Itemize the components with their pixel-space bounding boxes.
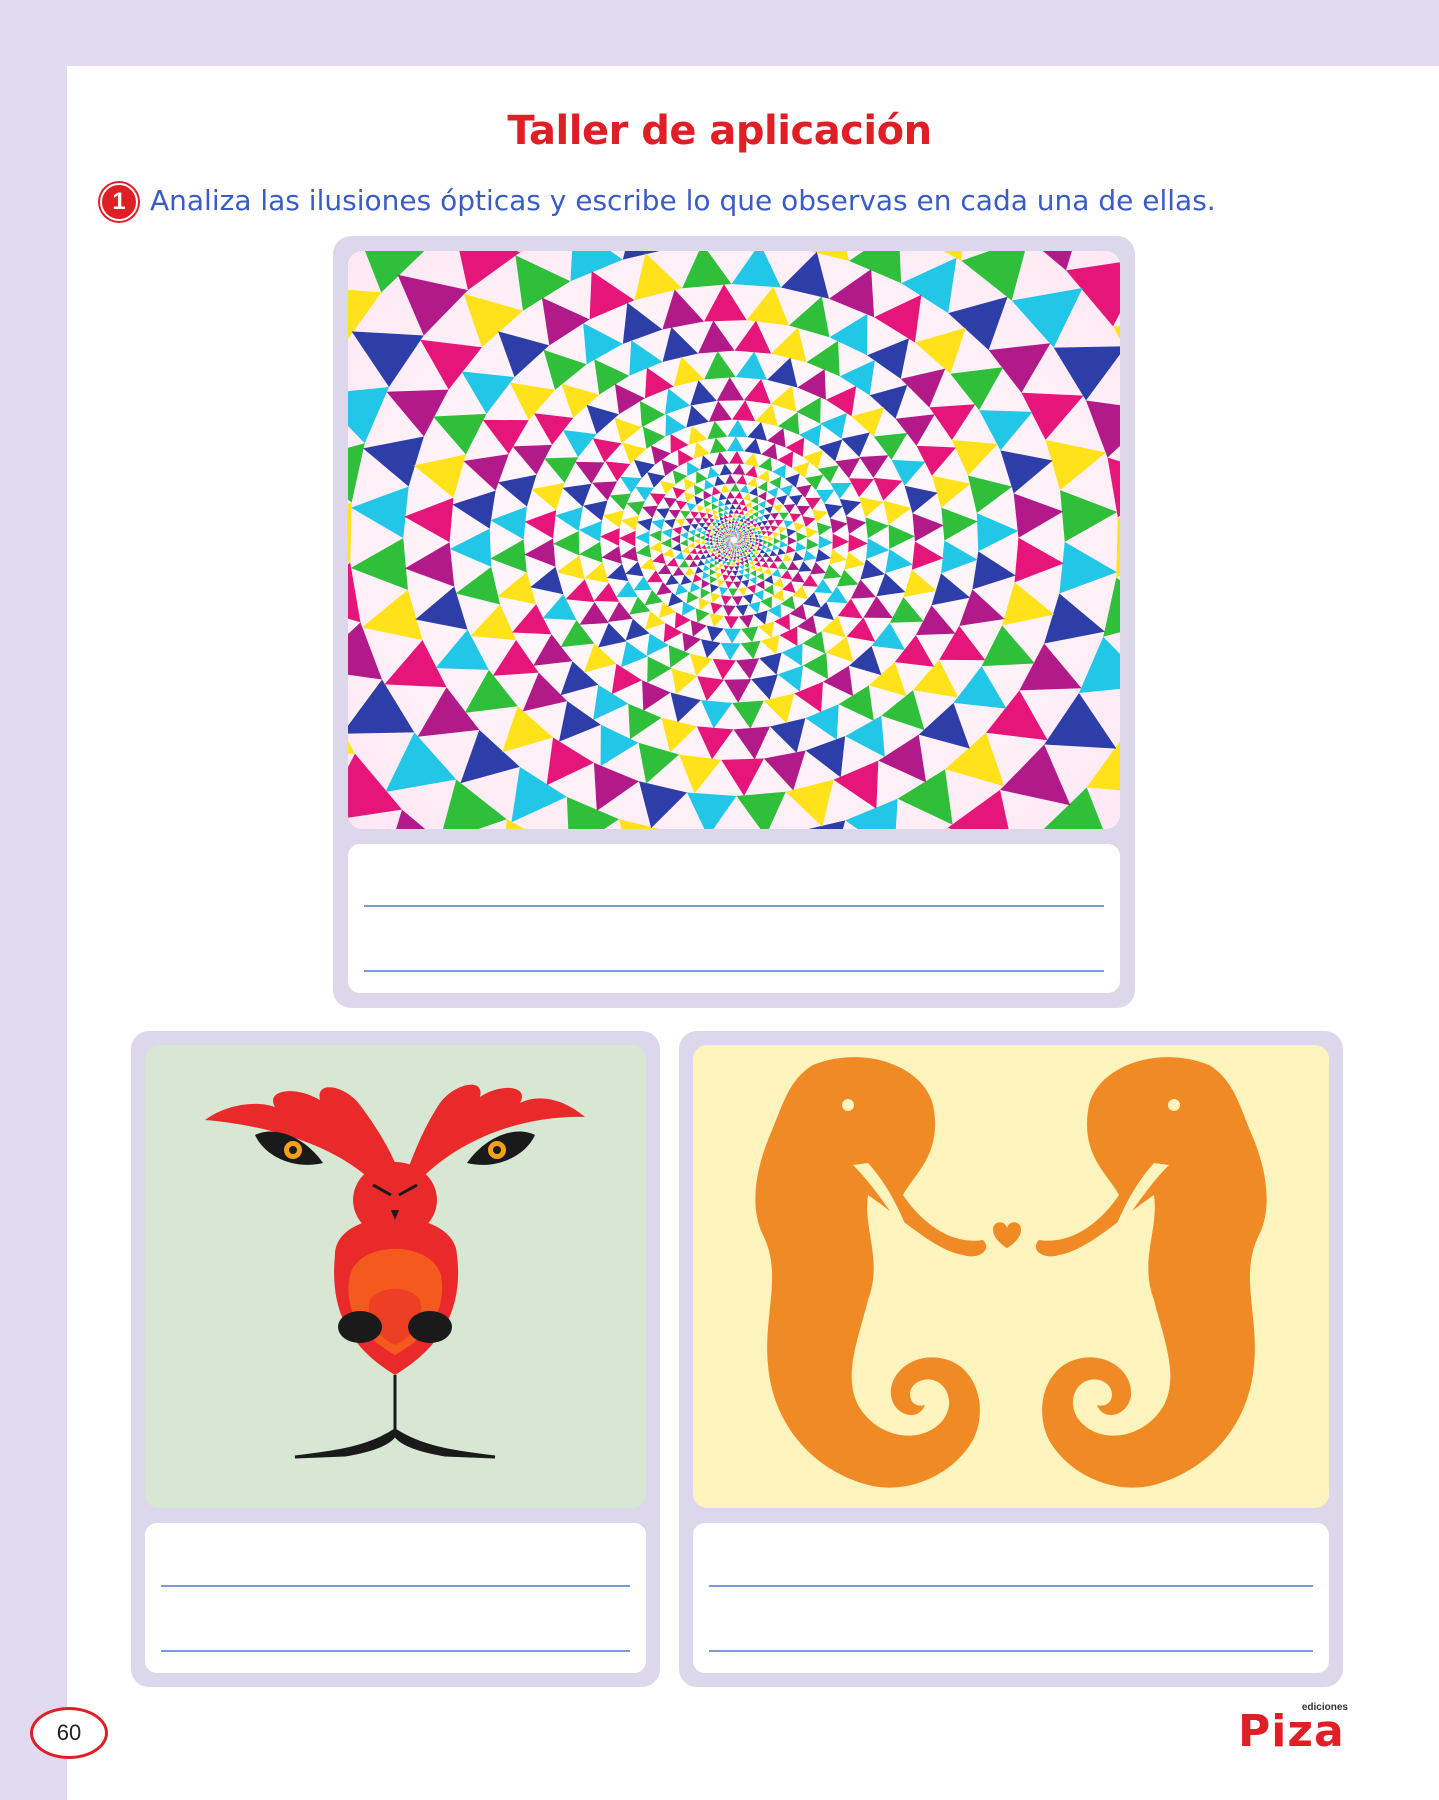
- instruction-text: Analiza las ilusiones ópticas y escribe …: [150, 184, 1216, 217]
- lion-bird-svg: [205, 1084, 585, 1459]
- seahorses-svg: [755, 1057, 1267, 1488]
- writing-line[interactable]: [709, 1585, 1313, 1587]
- spiral-svg: [348, 251, 1120, 829]
- logo-main-text: Piza: [1238, 1706, 1345, 1757]
- illusion-card-lion: [131, 1031, 660, 1687]
- writing-line[interactable]: [364, 905, 1104, 907]
- question-number-badge: 1: [100, 183, 138, 221]
- writing-line[interactable]: [709, 1650, 1313, 1652]
- writing-line[interactable]: [161, 1585, 630, 1587]
- lion-bird-illusion-image: [145, 1045, 646, 1508]
- answer-box-spiral[interactable]: [348, 844, 1120, 993]
- publisher-logo: ediciones Piza: [1238, 1700, 1348, 1760]
- answer-box-seahorses[interactable]: [693, 1523, 1329, 1673]
- page-title: Taller de aplicación: [507, 108, 932, 154]
- writing-line[interactable]: [364, 970, 1104, 972]
- answer-box-lion[interactable]: [145, 1523, 646, 1673]
- page-number: 60: [30, 1707, 108, 1759]
- illusion-card-seahorses: [679, 1031, 1343, 1687]
- illusion-card-spiral: [333, 236, 1135, 1008]
- seahorses-illusion-image: [693, 1045, 1329, 1508]
- spiral-illusion-image: [348, 251, 1120, 829]
- writing-line[interactable]: [161, 1650, 630, 1652]
